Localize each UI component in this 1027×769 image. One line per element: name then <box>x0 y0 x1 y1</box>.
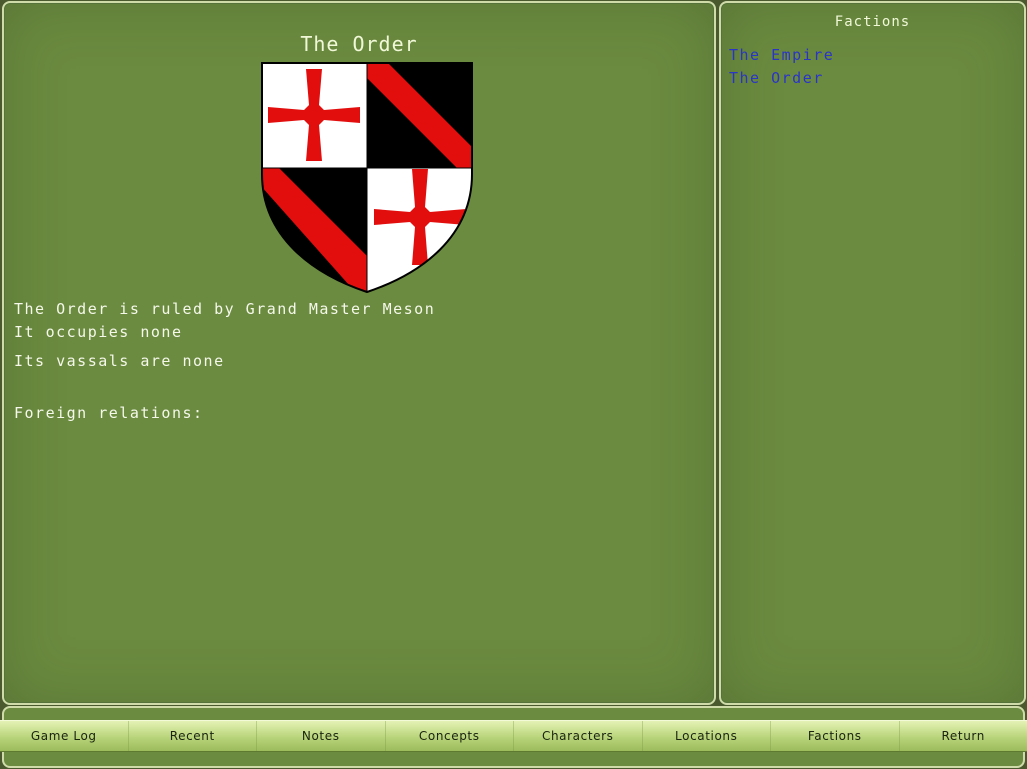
factions-list-panel: Factions The Empire The Order <box>719 1 1026 705</box>
nav-button-notes[interactable]: Notes <box>257 721 386 751</box>
nav-button-factions[interactable]: Factions <box>771 721 900 751</box>
nav-button-return[interactable]: Return <box>900 721 1027 751</box>
faction-link-the-empire[interactable]: The Empire <box>729 46 834 64</box>
nav-button-concepts[interactable]: Concepts <box>386 721 514 751</box>
nav-button-game-log[interactable]: Game Log <box>0 721 129 751</box>
vassals-text: Its vassals are none <box>14 352 225 370</box>
occupies-text: It occupies none <box>14 323 183 341</box>
nav-button-characters[interactable]: Characters <box>514 721 643 751</box>
faction-link-the-order[interactable]: The Order <box>729 69 824 87</box>
foreign-relations-label: Foreign relations: <box>14 404 204 422</box>
game-screen: The Order The Order is ruled by Grand Ma… <box>0 0 1027 769</box>
ruler-text: The Order is ruled by Grand Master Meson <box>14 300 436 318</box>
nav-button-recent[interactable]: Recent <box>129 721 257 751</box>
faction-title: The Order <box>300 32 418 56</box>
nav-button-locations[interactable]: Locations <box>643 721 771 751</box>
faction-detail-panel: The Order The Order is ruled by Grand Ma… <box>2 1 716 705</box>
quartered-cross-shield-icon <box>261 62 473 294</box>
factions-list-title: Factions <box>834 14 911 30</box>
navigation-bar: Game Log Recent Notes Concepts Character… <box>0 720 1027 752</box>
